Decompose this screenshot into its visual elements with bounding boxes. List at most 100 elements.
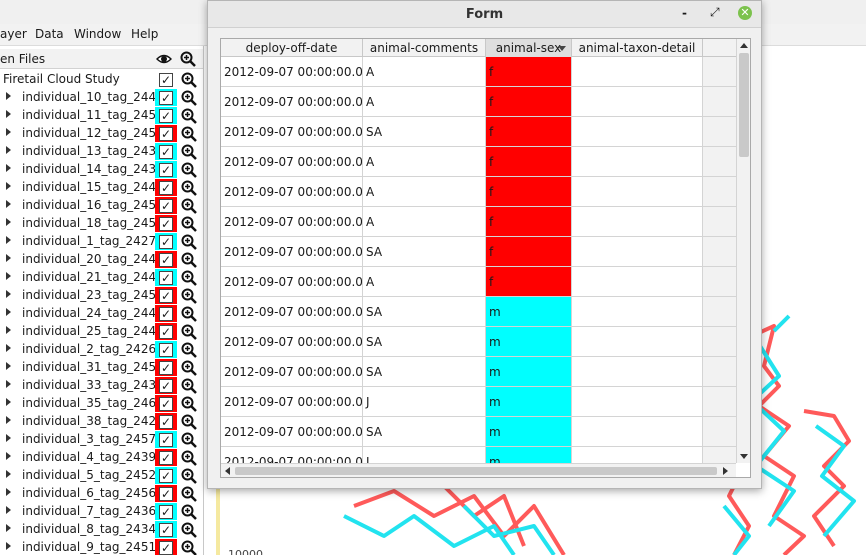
expand-arrow-icon[interactable]	[6, 524, 11, 532]
layer-visibility-toggle[interactable]: ✓	[155, 413, 177, 430]
zoom-in-icon[interactable]	[181, 432, 197, 448]
layer-visibility-toggle[interactable]: ✓	[155, 197, 177, 214]
minimize-button[interactable]: -	[682, 6, 687, 20]
cell-animal-sex[interactable]: f	[486, 237, 572, 267]
cell-animal-sex[interactable]: m	[486, 387, 572, 417]
checkbox[interactable]: ✓	[159, 127, 173, 141]
checkbox[interactable]: ✓	[159, 271, 173, 285]
expand-arrow-icon[interactable]	[6, 344, 11, 352]
layer-visibility-toggle[interactable]: ✓	[155, 503, 177, 520]
cell-animal-taxon-detail[interactable]	[572, 57, 703, 87]
checkbox[interactable]: ✓	[159, 109, 173, 123]
table-row[interactable]: 2012-09-07 00:00:00.000 Af	[221, 267, 736, 297]
layer-row[interactable]: individual_13_tag_2432 ✓	[0, 142, 203, 160]
zoom-in-icon[interactable]	[181, 126, 197, 142]
cell-animal-comments[interactable]: SA	[363, 297, 486, 327]
expand-arrow-icon[interactable]	[6, 236, 11, 244]
checkbox[interactable]: ✓	[159, 289, 173, 303]
zoom-in-icon[interactable]	[181, 216, 197, 232]
checkbox[interactable]: ✓	[159, 145, 173, 159]
layer-row[interactable]: individual_21_tag_2443 ✓	[0, 268, 203, 286]
table-row[interactable]: 2012-09-07 00:00:00.000 SA f	[221, 237, 736, 267]
layer-row[interactable]: individual_31_tag_2455 ✓	[0, 358, 203, 376]
layer-row[interactable]: individual_1_tag_2427 ✓	[0, 232, 203, 250]
layer-visibility-toggle[interactable]: ✓	[155, 233, 177, 250]
checkbox[interactable]: ✓	[159, 505, 173, 519]
table-row[interactable]: 2012-09-07 00:00:00.000 Af	[221, 177, 736, 207]
zoom-in-icon[interactable]	[181, 72, 197, 88]
cell-animal-sex[interactable]: f	[486, 267, 572, 297]
layer-visibility-toggle[interactable]: ✓	[155, 161, 177, 178]
layer-row[interactable]: individual_25_tag_2446 ✓	[0, 322, 203, 340]
zoom-in-icon[interactable]	[181, 324, 197, 340]
cell-animal-comments[interactable]: SA	[363, 357, 486, 387]
layer-visibility-toggle[interactable]: ✓	[155, 269, 177, 286]
cell-animal-sex[interactable]: m	[486, 297, 572, 327]
cell-animal-taxon-detail[interactable]	[572, 177, 703, 207]
zoom-in-icon[interactable]	[181, 504, 197, 520]
close-button[interactable]: ✕	[738, 6, 752, 20]
layer-visibility-toggle[interactable]: ✓	[155, 539, 177, 555]
layer-row[interactable]: individual_14_tag_2433 ✓	[0, 160, 203, 178]
expand-arrow-icon[interactable]	[6, 416, 11, 424]
cell-deploy-off-date[interactable]: 2012-09-07 00:00:00.000	[221, 117, 363, 147]
checkbox[interactable]: ✓	[159, 469, 173, 483]
checkbox[interactable]: ✓	[159, 361, 173, 375]
zoom-in-icon[interactable]	[181, 378, 197, 394]
cell-deploy-off-date[interactable]: 2012-09-07 00:00:00.000	[221, 237, 363, 267]
cell-animal-sex[interactable]: f	[486, 57, 572, 87]
zoom-in-icon[interactable]	[181, 540, 197, 555]
cell-deploy-off-date[interactable]: 2012-09-07 00:00:00.000	[221, 207, 363, 237]
layer-visibility-toggle[interactable]: ✓	[155, 89, 177, 106]
cell-animal-sex[interactable]: f	[486, 177, 572, 207]
cell-deploy-off-date[interactable]: 2012-09-07 00:00:00.000	[221, 357, 363, 387]
scroll-left-icon[interactable]	[225, 467, 230, 475]
cell-animal-comments[interactable]: A	[363, 87, 486, 117]
zoom-in-icon[interactable]	[180, 51, 196, 67]
column-header-animal-taxon-detail[interactable]: animal-taxon-detail	[572, 39, 703, 57]
checkbox[interactable]: ✓	[159, 397, 173, 411]
column-header-animal-sex[interactable]: animal-sex	[486, 39, 572, 57]
expand-arrow-icon[interactable]	[6, 434, 11, 442]
layer-row[interactable]: individual_24_tag_2447 ✓	[0, 304, 203, 322]
checkbox[interactable]: ✓	[159, 91, 173, 105]
vertical-scroll-thumb[interactable]	[739, 53, 749, 157]
zoom-in-icon[interactable]	[181, 396, 197, 412]
checkbox[interactable]: ✓	[159, 487, 173, 501]
layer-row[interactable]: individual_38_tag_2428 ✓	[0, 412, 203, 430]
expand-arrow-icon[interactable]	[6, 398, 11, 406]
expand-arrow-icon[interactable]	[6, 542, 11, 550]
expand-arrow-icon[interactable]	[6, 380, 11, 388]
zoom-in-icon[interactable]	[181, 162, 197, 178]
expand-arrow-icon[interactable]	[6, 200, 11, 208]
expand-arrow-icon[interactable]	[6, 164, 11, 172]
layer-row[interactable]: individual_3_tag_2457 ✓	[0, 430, 203, 448]
maximize-button[interactable]: ⤢	[710, 5, 720, 20]
cell-animal-taxon-detail[interactable]	[572, 87, 703, 117]
cell-animal-sex[interactable]: f	[486, 117, 572, 147]
checkbox[interactable]: ✓	[159, 523, 173, 537]
expand-arrow-icon[interactable]	[6, 452, 11, 460]
cell-animal-comments[interactable]: A	[363, 177, 486, 207]
zoom-in-icon[interactable]	[181, 108, 197, 124]
cell-animal-comments[interactable]: A	[363, 207, 486, 237]
layer-row[interactable]: individual_11_tag_2454 ✓	[0, 106, 203, 124]
layer-visibility-toggle[interactable]: ✓	[155, 395, 177, 412]
cell-deploy-off-date[interactable]: 2012-09-07 00:00:00.000	[221, 387, 363, 417]
layer-visibility-toggle[interactable]: ✓	[155, 449, 177, 466]
checkbox[interactable]: ✓	[159, 343, 173, 357]
layer-row[interactable]: individual_4_tag_2439 ✓	[0, 448, 203, 466]
checkbox[interactable]: ✓	[159, 163, 173, 177]
layer-visibility-toggle[interactable]: ✓	[155, 287, 177, 304]
checkbox[interactable]: ✓	[159, 451, 173, 465]
cell-animal-taxon-detail[interactable]	[572, 117, 703, 147]
table-row[interactable]: 2012-09-07 00:00:00.000 SA m	[221, 297, 736, 327]
expand-arrow-icon[interactable]	[6, 182, 11, 190]
expand-arrow-icon[interactable]	[6, 470, 11, 478]
zoom-in-icon[interactable]	[181, 288, 197, 304]
cell-deploy-off-date[interactable]: 2012-09-07 00:00:00.000	[221, 147, 363, 177]
expand-arrow-icon[interactable]	[6, 254, 11, 262]
menu-data[interactable]: Data	[35, 27, 64, 41]
cell-animal-taxon-detail[interactable]	[572, 237, 703, 267]
zoom-in-icon[interactable]	[181, 90, 197, 106]
